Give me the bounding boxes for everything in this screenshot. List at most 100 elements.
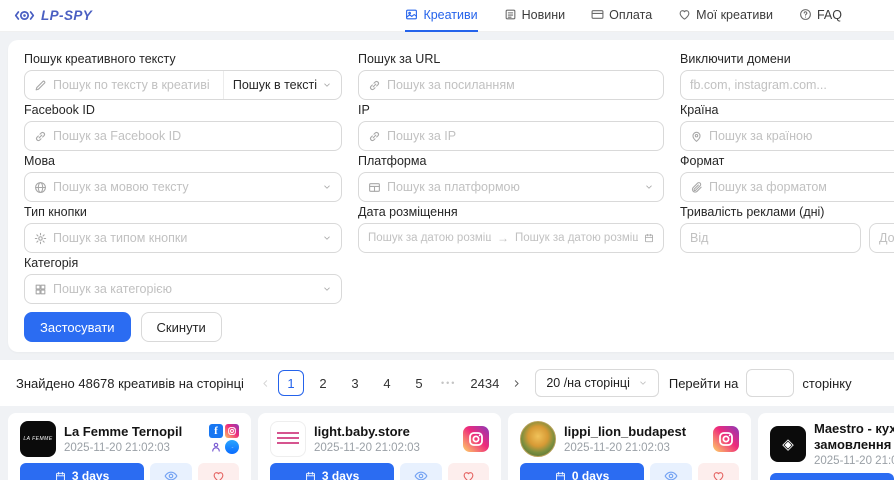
favorite-button[interactable] [448, 463, 489, 480]
filter-field-format: Формат [680, 154, 894, 202]
creative-actions: 0 days [520, 463, 739, 480]
filter-grid: Пошук креативного текстуПошук в текстіПо… [24, 52, 894, 304]
duration-days-from-input[interactable] [690, 231, 851, 245]
platform-control[interactable] [358, 172, 664, 202]
category-control[interactable] [24, 274, 342, 304]
field-label: Дата розміщення [358, 205, 664, 219]
instagram-icon[interactable] [225, 424, 239, 438]
creative-info: light.baby.store2025-11-20 21:02:03 [314, 424, 455, 454]
country-control[interactable] [680, 121, 894, 151]
nav-item-faq[interactable]: FAQ [799, 0, 842, 32]
page-button-5[interactable]: 5 [406, 370, 432, 396]
days-active-button[interactable]: 3 days [270, 463, 394, 480]
filter-field-country: Країна [680, 103, 894, 151]
page-size-select[interactable]: 20 /на сторінці [535, 369, 659, 397]
prev-page-button[interactable] [260, 378, 271, 389]
days-active-button[interactable] [770, 473, 894, 480]
calendar-icon [305, 471, 316, 480]
facebook-id-input[interactable] [53, 129, 332, 143]
page-button-4[interactable]: 4 [374, 370, 400, 396]
creative-text-input[interactable] [53, 78, 215, 92]
url-control[interactable] [358, 70, 664, 100]
view-button[interactable] [150, 463, 191, 480]
page-button-3[interactable]: 3 [342, 370, 368, 396]
filter-field-placement-date: Дата розміщення → [358, 205, 664, 253]
nav-item-label: Мої креативи [696, 8, 773, 22]
eye-icon [164, 469, 178, 480]
person-badge-icon[interactable] [209, 440, 223, 454]
goto-page-input[interactable] [746, 369, 794, 397]
view-button[interactable] [400, 463, 441, 480]
facebook-id-control[interactable] [24, 121, 342, 151]
category-input[interactable] [53, 282, 316, 296]
nav-item-label: Креативи [423, 8, 477, 22]
nav-item-my-creatives[interactable]: Мої креативи [678, 0, 773, 32]
nav-item-payment[interactable]: Оплата [591, 0, 652, 32]
instagram-large-icon[interactable] [463, 426, 489, 452]
creative-title[interactable]: lippi_lion_budapest [564, 424, 705, 440]
creative-avatar [270, 421, 306, 457]
favorite-button[interactable] [698, 463, 739, 480]
app-logo[interactable]: LP-SPY [14, 5, 92, 26]
main-nav: Креативи Новини Оплата Мої креативи FAQ [379, 0, 842, 32]
chevron-right-icon [511, 378, 522, 389]
filter-field-url: Пошук за URL [358, 52, 664, 100]
page-button-1[interactable]: 1 [278, 370, 304, 396]
favorite-button[interactable] [198, 463, 239, 480]
duration-days-to-control[interactable] [869, 223, 894, 253]
days-label: 3 days [322, 469, 359, 480]
format-control[interactable] [680, 172, 894, 202]
heart-icon [712, 470, 725, 480]
url-input[interactable] [387, 78, 654, 92]
country-input[interactable] [709, 129, 894, 143]
exclude-domains-input[interactable] [690, 78, 894, 92]
creative-title[interactable]: light.baby.store [314, 424, 455, 440]
language-control[interactable] [24, 172, 342, 202]
creative-text-control[interactable]: Пошук в тексті [24, 70, 342, 100]
card-icon [591, 8, 604, 21]
pagination-ellipsis[interactable]: ••• [441, 378, 456, 388]
page-button-2[interactable]: 2 [310, 370, 336, 396]
avatar-label: LA FEMME [23, 436, 52, 442]
creative-card-header: lippi_lion_budapest2025-11-20 21:02:03 [520, 421, 739, 457]
days-active-button[interactable]: 0 days [520, 463, 644, 480]
messenger-icon[interactable] [225, 440, 239, 454]
facebook-icon[interactable] [209, 424, 223, 438]
placement-date-from-input[interactable] [368, 232, 491, 244]
format-input[interactable] [709, 180, 894, 194]
creative-title[interactable]: La Femme Ternopil [64, 424, 201, 440]
nav-item-label: FAQ [817, 8, 842, 22]
ip-input[interactable] [387, 129, 654, 143]
next-page-button[interactable] [511, 378, 522, 389]
placement-date-range-picker[interactable]: → [358, 223, 664, 253]
instagram-large-icon[interactable] [713, 426, 739, 452]
nav-item-news[interactable]: Новини [504, 0, 566, 32]
exclude-domains-control[interactable] [680, 70, 894, 100]
view-button[interactable] [650, 463, 691, 480]
days-active-button[interactable]: 3 days [20, 463, 144, 480]
table-icon [368, 181, 381, 194]
creative-title[interactable]: Maestro - кухні, ме замовлення в Ужго [814, 421, 894, 453]
language-input[interactable] [53, 180, 316, 194]
nav-item-creatives[interactable]: Креативи [405, 0, 477, 32]
creatives-grid: LA FEMMELa Femme Ternopil2025-11-20 21:0… [8, 413, 894, 480]
button-type-control[interactable] [24, 223, 342, 253]
creative-text-mode-select[interactable]: Пошук в тексті [223, 71, 332, 99]
creative-avatar: LA FEMME [20, 421, 56, 457]
duration-days-to-input[interactable] [879, 231, 894, 245]
button-type-input[interactable] [53, 231, 316, 245]
heart-icon [678, 8, 691, 21]
arrow-right-icon: → [497, 231, 509, 245]
field-label: Тривалість реклами (дні) [680, 205, 894, 219]
ip-control[interactable] [358, 121, 664, 151]
page-button-last[interactable]: 2434 [465, 370, 504, 396]
duration-days-from-control[interactable] [680, 223, 861, 253]
platform-input[interactable] [387, 180, 638, 194]
reset-button[interactable]: Скинути [141, 312, 222, 342]
creative-card: Maestro - кухні, ме замовлення в Ужго202… [758, 413, 894, 480]
apply-button[interactable]: Застосувати [24, 312, 131, 342]
filter-field-duration-days: Тривалість реклами (дні) [680, 205, 894, 253]
calendar-icon [555, 471, 566, 480]
placement-date-to-input[interactable] [515, 232, 638, 244]
creative-info: lippi_lion_budapest2025-11-20 21:02:03 [564, 424, 705, 454]
